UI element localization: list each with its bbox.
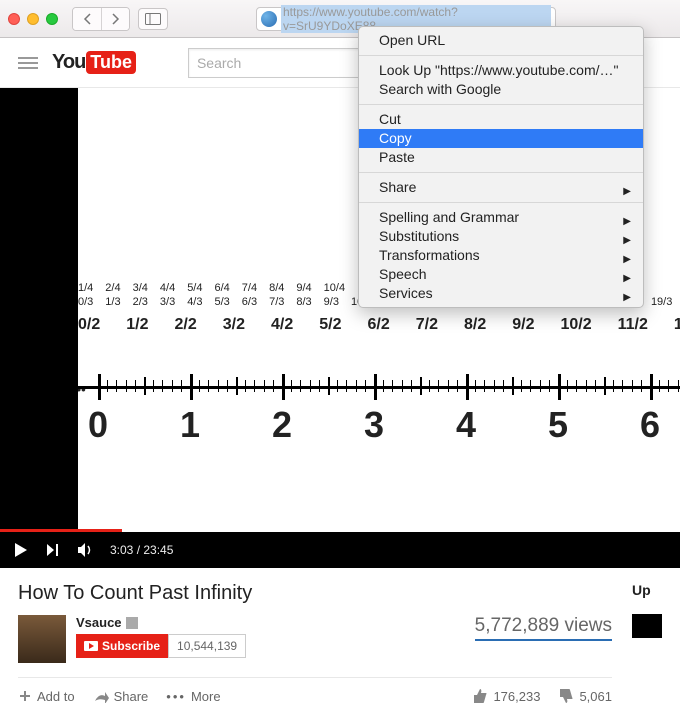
chevron-right-icon: ▶ <box>623 288 631 307</box>
view-count: 5,772,889 views <box>475 615 612 641</box>
menu-separator <box>359 172 643 173</box>
menu-transformations[interactable]: Transformations▶ <box>359 246 643 265</box>
time-display: 3:03 / 23:45 <box>110 543 173 557</box>
fraction-row-2: 0/21/22/23/24/25/26/27/28/29/210/211/212… <box>78 316 680 334</box>
globe-icon <box>261 11 277 27</box>
menu-cut[interactable]: Cut <box>359 110 643 129</box>
logo-text-tube: Tube <box>86 51 136 74</box>
nav-buttons <box>72 7 130 31</box>
maximize-window-button[interactable] <box>46 13 58 25</box>
menu-separator <box>359 104 643 105</box>
verified-icon <box>126 617 138 629</box>
menu-separator <box>359 55 643 56</box>
dislike-button[interactable]: 5,061 <box>558 688 612 704</box>
menu-separator <box>359 202 643 203</box>
hamburger-menu-icon[interactable] <box>18 57 38 69</box>
youtube-logo[interactable]: You Tube <box>52 51 136 74</box>
menu-search-google[interactable]: Search with Google <box>359 80 643 99</box>
volume-icon[interactable] <box>76 541 96 559</box>
subscriber-count: 10,544,139 <box>168 634 246 658</box>
chevron-right-icon: ▶ <box>623 182 631 201</box>
video-title: How To Count Past Infinity <box>18 582 612 605</box>
sidebar-column: Up <box>632 582 662 704</box>
video-info-section: How To Count Past Infinity Vsauce Subscr… <box>0 568 680 718</box>
back-button[interactable] <box>73 8 101 30</box>
menu-open-url[interactable]: Open URL <box>359 31 643 50</box>
menu-copy[interactable]: Copy <box>359 129 643 148</box>
menu-share[interactable]: Share▶ <box>359 178 643 197</box>
player-controls: 3:03 / 23:45 <box>0 532 680 568</box>
sidebar-toggle-button[interactable] <box>138 8 168 30</box>
number-line: ••• 0123456 <box>78 366 680 416</box>
add-to-button[interactable]: Add to <box>18 689 75 704</box>
logo-text-you: You <box>52 51 85 74</box>
menu-services[interactable]: Services▶ <box>359 284 643 303</box>
menu-spelling[interactable]: Spelling and Grammar▶ <box>359 208 643 227</box>
menu-substitutions[interactable]: Substitutions▶ <box>359 227 643 246</box>
minimize-window-button[interactable] <box>27 13 39 25</box>
play-icon[interactable] <box>12 541 30 559</box>
subscribe-button[interactable]: Subscribe <box>76 634 168 658</box>
channel-avatar[interactable] <box>18 615 66 663</box>
share-button[interactable]: Share <box>93 689 149 704</box>
menu-speech[interactable]: Speech▶ <box>359 265 643 284</box>
action-bar: Add to Share •••More 176,233 5,061 <box>18 677 612 704</box>
close-window-button[interactable] <box>8 13 20 25</box>
window-controls <box>8 13 58 25</box>
context-menu: Open URL Look Up "https://www.youtube.co… <box>358 26 644 308</box>
next-icon[interactable] <box>44 541 62 559</box>
up-next-label: Up <box>632 582 662 598</box>
menu-paste[interactable]: Paste <box>359 148 643 167</box>
forward-button[interactable] <box>101 8 129 30</box>
channel-name[interactable]: Vsauce <box>76 615 345 630</box>
more-button[interactable]: •••More <box>166 689 220 704</box>
menu-look-up[interactable]: Look Up "https://www.youtube.com/…" <box>359 61 643 80</box>
like-button[interactable]: 176,233 <box>472 688 540 704</box>
sidebar-video-thumb[interactable] <box>632 614 662 638</box>
